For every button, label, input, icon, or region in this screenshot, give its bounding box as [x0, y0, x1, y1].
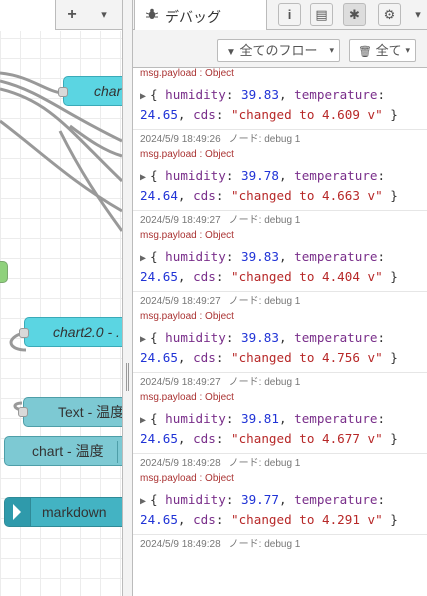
chevron-down-icon: ▾ — [405, 45, 410, 55]
message-topic[interactable]: msg.payload : Object — [140, 389, 427, 406]
message-timestamp: 2024/5/9 18:49:26 — [140, 134, 221, 145]
message-payload[interactable]: ▶{ humidity: 39.77, temperature: 24.65, c… — [140, 487, 427, 534]
flow-node-chart-temp[interactable]: chart - 温度 — [4, 436, 122, 466]
sidebar-resize-handle[interactable] — [122, 0, 133, 596]
message-timestamp: 2024/5/9 18:49:28 — [140, 458, 221, 469]
message-meta: 2024/5/9 18:49:26 ノード: debug 1 — [140, 130, 427, 146]
message-timestamp: 2024/5/9 18:49:27 — [140, 377, 221, 388]
message-meta: 2024/5/9 18:49:28 ノード: debug 1 — [140, 535, 427, 551]
sidebar-tab-bar: デバッグ i ▤ ✱ ⚙ ▾ — [133, 0, 427, 31]
debug-sidebar: デバッグ i ▤ ✱ ⚙ ▾ ▼ 全てのフロー ▾ 🗑 全て ▾ msg.pay — [133, 0, 427, 596]
message-payload[interactable]: ▶{ humidity: 39.78, temperature: 24.64, c… — [140, 163, 427, 210]
flow-node-chart2[interactable]: chart2.0 - . — [24, 317, 122, 347]
message-meta: 2024/5/9 18:49:27 ノード: debug 1 — [140, 373, 427, 389]
add-flow-button[interactable]: + — [60, 4, 84, 26]
debug-message: 2024/5/9 18:49:27 ノード: debug 1 msg.payloa… — [133, 373, 427, 454]
workspace-tab-bar: + ▾ — [0, 0, 122, 30]
wire — [69, 124, 122, 158]
chevron-down-icon: ▾ — [329, 45, 334, 55]
debug-message-list[interactable]: msg.payload : Object ▶{ humidity: 39.83,… — [133, 68, 427, 596]
node-icon-area — [5, 498, 31, 526]
flow-node-chart[interactable]: char — [63, 76, 122, 106]
expand-icon[interactable]: ▶ — [140, 250, 150, 268]
info-icon: i — [287, 7, 292, 22]
message-payload[interactable]: ▶{ humidity: 39.83, temperature: 24.65, c… — [140, 82, 427, 129]
expand-icon[interactable]: ▶ — [140, 88, 150, 106]
debug-tab-button[interactable]: ✱ — [343, 3, 366, 26]
message-topic[interactable]: msg.payload : Object — [140, 68, 427, 82]
node-input-port[interactable] — [19, 328, 29, 338]
bug-icon: ✱ — [349, 7, 360, 22]
message-timestamp: 2024/5/9 18:49:28 — [140, 539, 221, 550]
flow-node-stub[interactable] — [0, 261, 8, 283]
message-timestamp: 2024/5/9 18:49:27 — [140, 215, 221, 226]
arrow-icon — [13, 504, 21, 520]
node-input-port[interactable] — [18, 407, 28, 417]
debug-message: 2024/5/9 18:49:28 ノード: debug 1 — [133, 535, 427, 551]
debug-message: 2024/5/9 18:49:28 ノード: debug 1 msg.payloa… — [133, 454, 427, 535]
info-tab-button[interactable]: i — [278, 3, 301, 26]
expand-icon[interactable]: ▶ — [140, 493, 150, 511]
config-tab-button[interactable]: ⚙ — [378, 3, 401, 26]
filter-icon: ▼ — [226, 47, 236, 58]
debug-message: msg.payload : Object ▶{ humidity: 39.83,… — [133, 68, 427, 130]
book-icon: ▤ — [315, 7, 328, 22]
flow-menu-button[interactable]: ▾ — [92, 4, 116, 26]
message-payload[interactable]: ▶{ humidity: 39.83, temperature: 24.65, c… — [140, 325, 427, 372]
debug-message: 2024/5/9 18:49:27 ノード: debug 1 msg.payloa… — [133, 211, 427, 292]
message-meta: 2024/5/9 18:49:28 ノード: debug 1 — [140, 454, 427, 470]
tab-debug[interactable]: デバッグ — [134, 0, 267, 31]
message-node-link[interactable]: ノード: debug 1 — [229, 134, 301, 145]
message-meta: 2024/5/9 18:49:27 ノード: debug 1 — [140, 211, 427, 227]
filter-label: 全てのフロー — [239, 43, 318, 58]
filter-flows-dropdown[interactable]: ▼ 全てのフロー ▾ — [217, 39, 340, 62]
wire — [58, 130, 122, 232]
message-payload[interactable]: ▶{ humidity: 39.83, temperature: 24.65, c… — [140, 244, 427, 291]
message-node-link[interactable]: ノード: debug 1 — [229, 539, 301, 550]
flow-workspace[interactable]: + ▾ char chart2.0 - . Text - 温度 chart - … — [0, 0, 122, 596]
help-tab-button[interactable]: ▤ — [310, 3, 333, 26]
sidebar-menu-button[interactable]: ▾ — [409, 4, 427, 26]
message-payload[interactable]: ▶{ humidity: 39.81, temperature: 24.65, c… — [140, 406, 427, 453]
message-topic[interactable]: msg.payload : Object — [140, 227, 427, 244]
message-topic[interactable]: msg.payload : Object — [140, 146, 427, 163]
message-topic[interactable]: msg.payload : Object — [140, 470, 427, 487]
flow-canvas[interactable]: char chart2.0 - . Text - 温度 chart - 温度 m… — [0, 31, 122, 596]
debug-message: 2024/5/9 18:49:26 ノード: debug 1 msg.payloa… — [133, 130, 427, 211]
message-node-link[interactable]: ノード: debug 1 — [229, 458, 301, 469]
clear-messages-dropdown[interactable]: 🗑 全て ▾ — [349, 39, 416, 62]
message-node-link[interactable]: ノード: debug 1 — [229, 215, 301, 226]
message-topic[interactable]: msg.payload : Object — [140, 308, 427, 325]
node-input-port[interactable] — [58, 87, 68, 97]
node-divider — [117, 441, 118, 463]
debug-message: 2024/5/9 18:49:27 ノード: debug 1 msg.payloa… — [133, 292, 427, 373]
clear-label: 全て — [375, 43, 402, 58]
message-node-link[interactable]: ノード: debug 1 — [229, 296, 301, 307]
gear-icon: ⚙ — [383, 7, 396, 22]
workspace-tab[interactable] — [0, 0, 56, 30]
tab-debug-label: デバッグ — [165, 9, 221, 25]
message-node-link[interactable]: ノード: debug 1 — [229, 377, 301, 388]
flow-node-text-temp[interactable]: Text - 温度 — [23, 397, 122, 427]
debug-toolbar: ▼ 全てのフロー ▾ 🗑 全て ▾ — [133, 30, 427, 68]
expand-icon[interactable]: ▶ — [140, 412, 150, 430]
message-timestamp: 2024/5/9 18:49:27 — [140, 296, 221, 307]
expand-icon[interactable]: ▶ — [140, 169, 150, 187]
trash-icon: 🗑 — [358, 46, 372, 58]
message-meta: 2024/5/9 18:49:27 ノード: debug 1 — [140, 292, 427, 308]
bug-icon — [146, 8, 158, 19]
resize-grip — [126, 363, 129, 391]
flow-node-markdown[interactable]: markdown — [4, 497, 122, 527]
expand-icon[interactable]: ▶ — [140, 331, 150, 349]
